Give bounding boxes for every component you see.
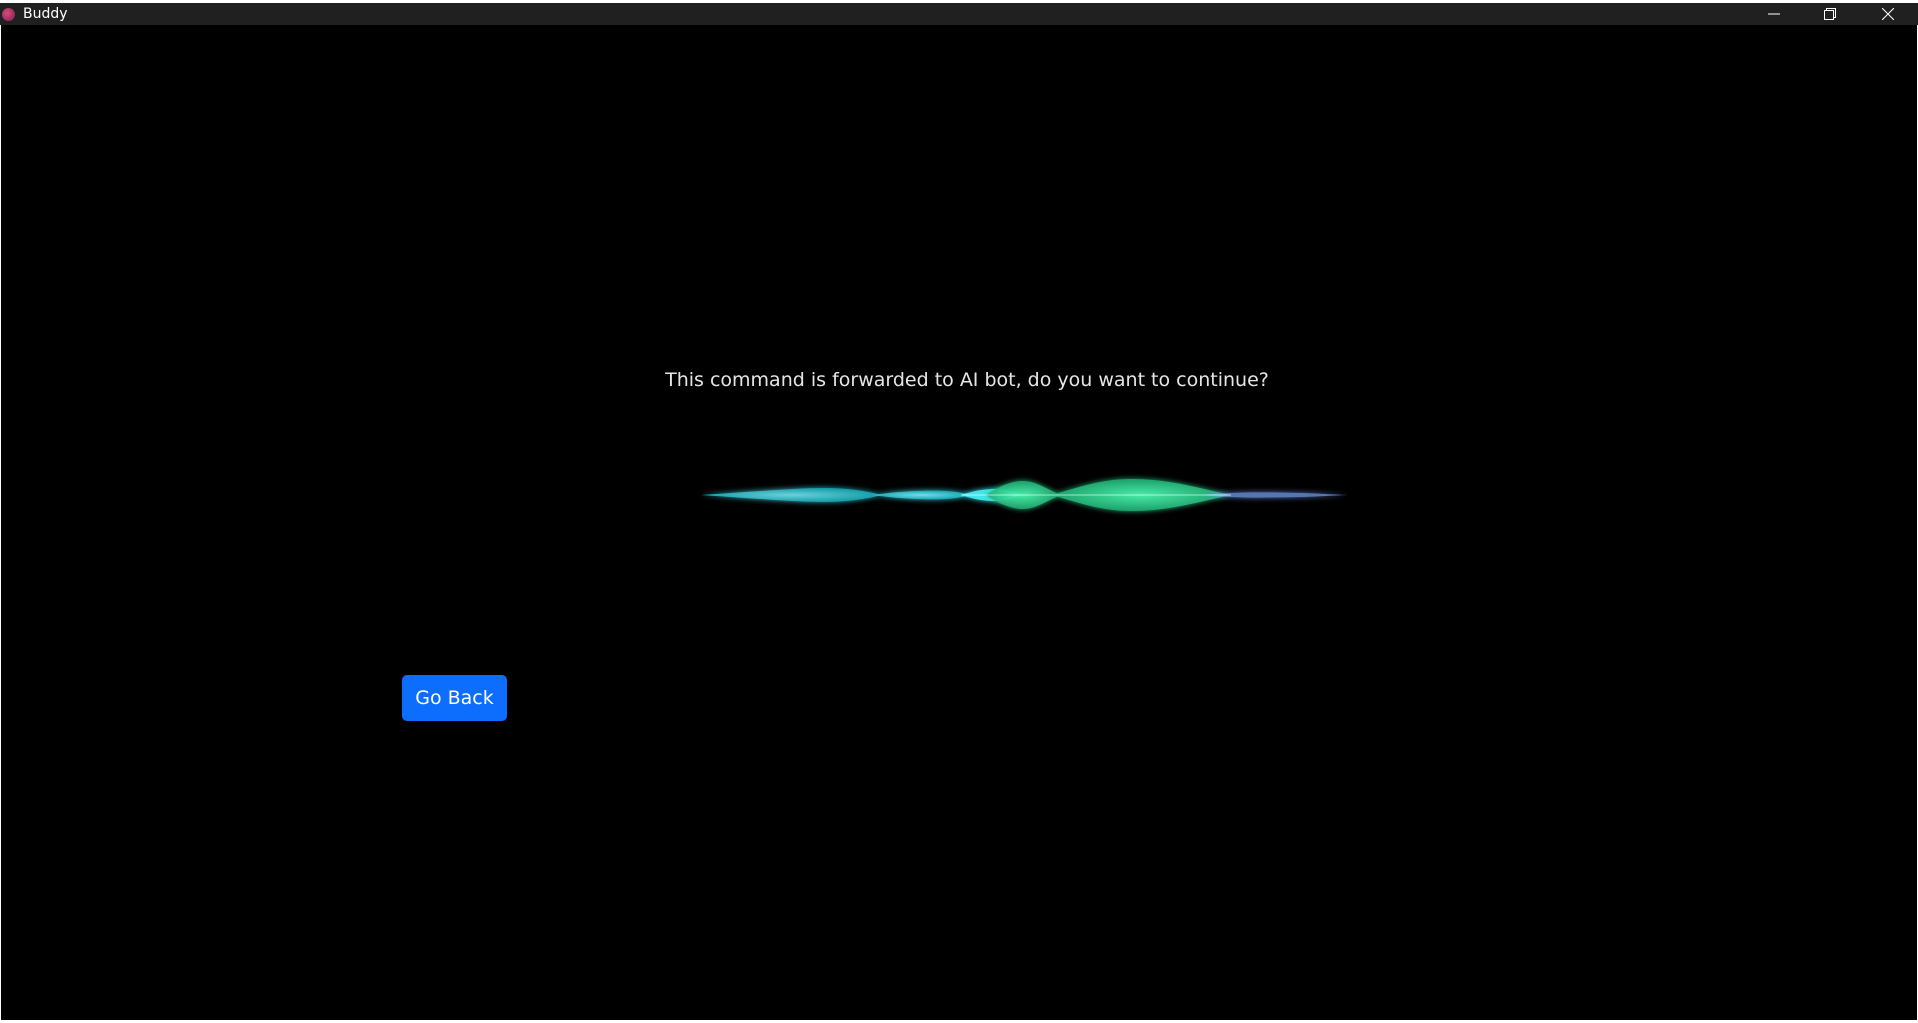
voice-waveform xyxy=(421,479,1481,511)
close-button[interactable] xyxy=(1865,3,1911,25)
restore-button[interactable] xyxy=(1807,3,1853,25)
minimize-icon xyxy=(1768,13,1780,15)
app-logo-icon xyxy=(2,8,15,21)
app-window: Buddy This command is forwarded to AI bo… xyxy=(0,0,1918,1023)
minimize-button[interactable] xyxy=(1751,3,1797,25)
waveform-cyan-lobe xyxy=(871,490,971,500)
go-back-button[interactable]: Go Back xyxy=(402,675,507,721)
restore-icon xyxy=(1824,8,1836,20)
main-content: This command is forwarded to AI bot, do … xyxy=(1,25,1917,1020)
window-title: Buddy xyxy=(23,6,68,22)
confirmation-prompt: This command is forwarded to AI bot, do … xyxy=(665,369,1269,391)
waveform-cyan-lobe xyxy=(701,488,881,502)
close-icon xyxy=(1882,8,1894,20)
title-bar[interactable]: Buddy xyxy=(0,3,1918,25)
